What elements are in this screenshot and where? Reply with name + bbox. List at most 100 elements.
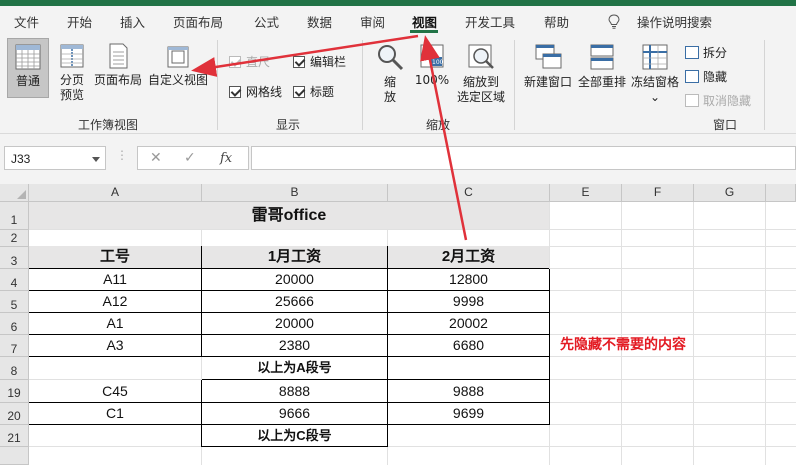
group-separator: [362, 40, 363, 130]
cancel-icon[interactable]: ✕: [150, 150, 162, 166]
table-cell[interactable]: A1: [29, 313, 202, 335]
table-cell[interactable]: C1: [29, 403, 202, 425]
normal-view-button[interactable]: 普通: [7, 38, 49, 98]
header-cell-id[interactable]: 工号: [29, 246, 202, 269]
formula-bar-checkbox[interactable]: 编辑栏: [293, 53, 346, 70]
table-cell[interactable]: 8888: [202, 380, 388, 403]
table-cell[interactable]: 25666: [202, 291, 388, 313]
name-box[interactable]: J33: [4, 146, 106, 170]
custom-views-button[interactable]: 自定义视图: [146, 42, 210, 114]
page-layout-view-button[interactable]: 页面布局: [92, 42, 144, 114]
row-header-4[interactable]: 4: [0, 269, 29, 291]
column-header-f[interactable]: F: [622, 184, 694, 202]
tab-developer[interactable]: 开发工具: [465, 12, 515, 31]
row-header-3[interactable]: 3: [0, 247, 29, 269]
row-header-19[interactable]: 19: [0, 380, 29, 403]
name-box-value: J33: [11, 152, 31, 166]
tab-help[interactable]: 帮助: [544, 12, 569, 31]
gridlines-checkbox[interactable]: 网格线: [229, 83, 282, 100]
insert-function-icon[interactable]: fx: [220, 151, 232, 166]
ruler-checkbox[interactable]: 直尺: [229, 53, 270, 70]
table-cell[interactable]: 20002: [388, 313, 550, 335]
table-cell[interactable]: 20000: [202, 313, 388, 335]
column-header-a[interactable]: A: [29, 184, 202, 202]
custom-views-icon: [167, 46, 189, 68]
header-cell-feb[interactable]: 2月工资: [388, 246, 549, 269]
formula-input[interactable]: [251, 146, 796, 170]
tab-review[interactable]: 审阅: [360, 12, 385, 31]
new-window-button[interactable]: 新建窗口: [522, 42, 574, 114]
table-cell[interactable]: A3: [29, 335, 202, 357]
tab-formulas[interactable]: 公式: [254, 12, 279, 31]
zoom-100-button[interactable]: 100 100%: [412, 42, 452, 102]
column-header-b[interactable]: B: [202, 184, 388, 202]
headings-checkbox[interactable]: 标题: [293, 83, 334, 100]
unhide-button[interactable]: 取消隐藏: [685, 92, 751, 109]
custom-views-label: 自定义视图: [147, 73, 208, 87]
tell-me-search[interactable]: 操作说明搜索: [637, 12, 712, 31]
table-cell[interactable]: C45: [29, 380, 202, 403]
tab-data[interactable]: 数据: [307, 12, 332, 31]
row-header-next[interactable]: [0, 447, 29, 465]
gridline: [29, 446, 796, 447]
zoom-to-selection-label-1: 缩放到: [462, 75, 499, 89]
page-break-preview-button[interactable]: 分页 预览: [54, 42, 90, 114]
active-tab-underline: [410, 30, 438, 33]
ribbon-view: 普通 分页 预览 页面布局 自定义视图 工作簿视图 直尺 编辑栏 网格线 标题 …: [0, 34, 796, 134]
table-cell[interactable]: 12800: [388, 269, 550, 291]
gridlines-label: 网格线: [246, 85, 283, 99]
table-cell[interactable]: 6680: [388, 335, 550, 357]
new-window-label: 新建窗口: [523, 75, 572, 89]
table-cell[interactable]: A11: [29, 269, 202, 291]
annotation-text: 先隐藏不需要的内容: [560, 337, 686, 353]
row-header-8[interactable]: 8: [0, 357, 29, 380]
column-header-partial[interactable]: [766, 184, 796, 202]
tab-file[interactable]: 文件: [14, 12, 39, 31]
row-header-5[interactable]: 5: [0, 291, 29, 313]
table-cell[interactable]: [388, 357, 550, 380]
chevron-down-icon[interactable]: [92, 157, 100, 162]
formula-bar-label: 编辑栏: [310, 55, 347, 69]
enter-check-icon[interactable]: ✓: [184, 150, 196, 166]
subtotal-c-cell[interactable]: 以上为C段号: [201, 425, 388, 447]
zoom-label-1: 缩: [383, 75, 396, 89]
tab-view[interactable]: 视图: [412, 12, 437, 31]
column-header-c[interactable]: C: [388, 184, 550, 202]
table-cell[interactable]: 9666: [202, 403, 388, 425]
formula-bar: J33 ⋮ ✕ ✓ fx: [0, 134, 796, 184]
table-cell[interactable]: 9699: [388, 403, 550, 425]
table-cell[interactable]: 2380: [202, 335, 388, 357]
table-cell[interactable]: 9888: [388, 380, 550, 403]
zoom-to-selection-label-2: 选定区域: [456, 90, 505, 104]
tab-insert[interactable]: 插入: [120, 12, 145, 31]
row-header-7[interactable]: 7: [0, 335, 29, 357]
column-header-g[interactable]: G: [694, 184, 766, 202]
header-cell-jan[interactable]: 1月工资: [202, 246, 388, 269]
subtotal-a-cell[interactable]: 以上为A段号: [202, 357, 388, 380]
row-header-20[interactable]: 20: [0, 403, 29, 425]
row-header-21[interactable]: 21: [0, 425, 29, 447]
zoom-button[interactable]: 缩 放: [372, 42, 408, 114]
tab-home[interactable]: 开始: [67, 12, 92, 31]
table-cell[interactable]: 9998: [388, 291, 550, 313]
group-label-workbook-views: 工作簿视图: [78, 118, 139, 132]
select-all-corner[interactable]: [0, 184, 29, 202]
formula-bar-grip-icon[interactable]: ⋮: [116, 148, 128, 162]
freeze-panes-button[interactable]: 冻结窗格 ⌄: [629, 42, 681, 114]
row-header-6[interactable]: 6: [0, 313, 29, 335]
zoom-to-selection-button[interactable]: 缩放到 选定区域: [455, 42, 507, 114]
row-header-1[interactable]: 1: [0, 202, 29, 230]
arrange-all-button[interactable]: 全部重排: [576, 42, 628, 114]
sheet-title-cell[interactable]: 雷哥office: [29, 202, 549, 229]
table-cell[interactable]: 20000: [202, 269, 388, 291]
split-button[interactable]: 拆分: [685, 44, 727, 61]
row-header-2[interactable]: 2: [0, 230, 29, 247]
headings-checkbox-box: [293, 85, 305, 98]
tab-page-layout[interactable]: 页面布局: [173, 12, 223, 31]
table-cell[interactable]: A12: [29, 291, 202, 313]
group-separator: [764, 40, 765, 130]
column-header-e[interactable]: E: [550, 184, 622, 202]
hide-button[interactable]: 隐藏: [685, 68, 727, 85]
freeze-panes-label: 冻结窗格: [630, 75, 679, 89]
ribbon-tab-bar: 文件 开始 插入 页面布局 公式 数据 审阅 视图 开发工具 帮助 操作说明搜索: [0, 6, 796, 34]
